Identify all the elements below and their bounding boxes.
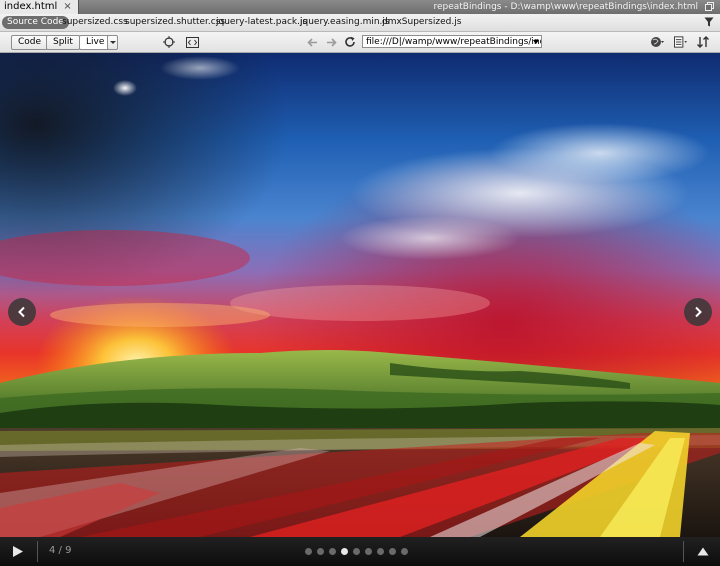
- slide-dot-4[interactable]: [341, 548, 348, 555]
- play-icon: [13, 545, 23, 557]
- related-file-dmxsupersized[interactable]: dmxSupersized.js: [378, 16, 465, 29]
- slide-dot-3[interactable]: [329, 548, 336, 555]
- address-bar[interactable]: file:///D|/wamp/www/repeatBindings/index…: [362, 35, 542, 48]
- tab-label: index.html: [4, 1, 58, 12]
- slide-dot-1[interactable]: [305, 548, 312, 555]
- back-arrow-icon[interactable]: [305, 35, 319, 49]
- restore-window-icon[interactable]: [705, 2, 714, 11]
- document-tab-bar: index.html × repeatBindings - D:\wamp\ww…: [0, 0, 720, 14]
- slide-dot-9[interactable]: [401, 548, 408, 555]
- chevron-right-icon: [695, 306, 702, 318]
- next-slide-button[interactable]: [684, 298, 712, 326]
- tab-index-html[interactable]: index.html ×: [0, 0, 79, 14]
- previous-slide-button[interactable]: [8, 298, 36, 326]
- live-code-icon[interactable]: [185, 35, 199, 49]
- forward-arrow-icon[interactable]: [324, 35, 338, 49]
- play-button[interactable]: [8, 543, 28, 559]
- slide-counter: 4 / 9: [49, 545, 72, 556]
- divider: [37, 541, 38, 562]
- slide-dot-2[interactable]: [317, 548, 324, 555]
- slide-dot-8[interactable]: [389, 548, 396, 555]
- slideshow-image: [0, 53, 720, 537]
- slide-dot-5[interactable]: [353, 548, 360, 555]
- chevron-left-icon: [18, 306, 25, 318]
- document-options-icon[interactable]: [674, 35, 688, 49]
- sort-order-icon[interactable]: [697, 35, 711, 49]
- split-view-button[interactable]: Split: [46, 35, 80, 50]
- refresh-icon[interactable]: [343, 35, 357, 49]
- close-icon[interactable]: ×: [63, 0, 71, 14]
- inspect-icon[interactable]: [162, 35, 176, 49]
- live-view-viewport: [0, 53, 720, 537]
- slideshow-control-bar: 4 / 9: [0, 537, 720, 566]
- related-files-bar: Source Code supersized.css supersized.sh…: [0, 14, 720, 32]
- address-value: file:///D|/wamp/www/repeatBindings/index…: [366, 37, 541, 47]
- thumbnail-tray-button[interactable]: [696, 545, 710, 557]
- slide-pagination: [305, 548, 408, 555]
- divider: [683, 541, 684, 562]
- live-view-options-dropdown[interactable]: [107, 35, 118, 50]
- address-dropdown-caret[interactable]: [533, 40, 539, 44]
- slide-dot-6[interactable]: [365, 548, 372, 555]
- code-view-button[interactable]: Code: [11, 35, 49, 50]
- triangle-up-icon: [697, 547, 709, 555]
- document-toolbar: Code Split Live file:///D|/wamp/www/repe…: [0, 32, 720, 53]
- slide-dot-7[interactable]: [377, 548, 384, 555]
- document-path: repeatBindings - D:\wamp\www\repeatBindi…: [433, 2, 698, 12]
- globe-menu-icon[interactable]: [650, 35, 664, 49]
- filter-icon[interactable]: [704, 17, 714, 27]
